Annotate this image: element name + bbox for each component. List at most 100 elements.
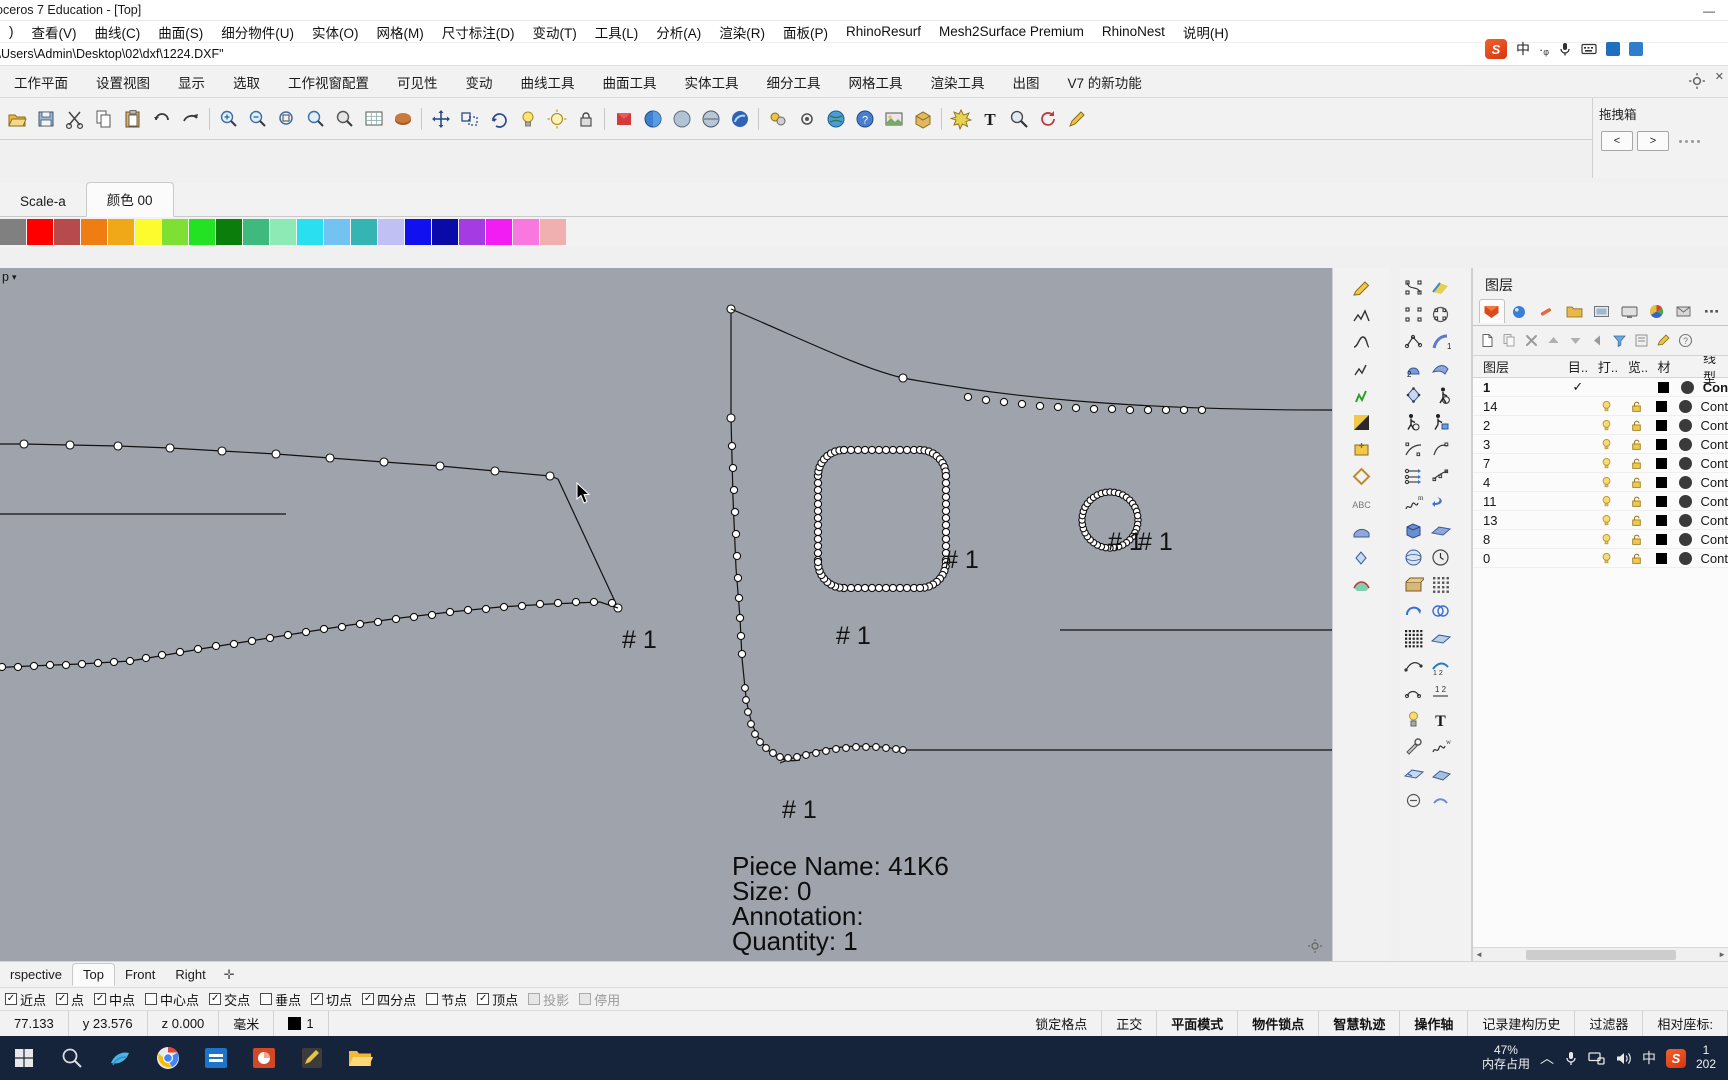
layer-visible-toggle[interactable] [1592,438,1622,451]
layer-lock-toggle[interactable] [1621,495,1651,508]
status-toggle-8[interactable]: 相对座标: [1643,1010,1728,1037]
move-layer-up-icon[interactable] [1543,330,1564,351]
layer-lock-toggle[interactable] [1621,514,1651,527]
arc-1-icon[interactable]: 1 [1427,328,1454,355]
fillet-curve-icon[interactable] [1400,679,1427,706]
layer-name[interactable]: 8 [1473,532,1562,547]
layer-color-swatch[interactable] [1673,456,1699,470]
measure-tool-icon[interactable] [1400,733,1427,760]
layer-row[interactable]: 2 Cont [1473,416,1728,435]
color-swatch-3[interactable] [81,219,107,245]
layer-lock-toggle[interactable] [1621,419,1651,432]
paste-icon[interactable] [119,105,146,132]
layer-name[interactable]: 0 [1473,551,1562,566]
analysis-icon[interactable] [1005,105,1032,132]
layer-color-swatch[interactable] [1673,475,1699,489]
menu-item-8[interactable]: 变动(T) [524,20,586,44]
package-icon[interactable] [909,105,936,132]
explode-icon[interactable] [947,105,974,132]
osnap-4[interactable]: ✓ 交点 [204,990,255,1009]
unroll-icon[interactable] [1400,787,1427,814]
tab-named-views[interactable] [1589,299,1614,323]
layer-name[interactable]: 1 [1473,380,1563,395]
layer-row[interactable]: 3 Cont [1473,435,1728,454]
osnap-7[interactable]: ✓ 四分点 [357,990,421,1009]
layer-name[interactable]: 4 [1473,475,1562,490]
layer-material-swatch[interactable] [1651,438,1673,450]
taskbar-clock[interactable]: 1 202 [1696,1043,1716,1072]
earth-globe-icon[interactable] [822,105,849,132]
layer-row[interactable]: 7 Cont [1473,454,1728,473]
menu-item-3[interactable]: 曲面(S) [149,20,212,44]
network-tray-icon[interactable] [1588,1051,1605,1066]
status-units[interactable]: 毫米 [219,1010,275,1037]
menu-item-16[interactable]: 说明(H) [1174,20,1238,44]
layer-linetype[interactable]: Cont [1699,399,1728,414]
layer-name[interactable]: 13 [1473,513,1562,528]
mesh-surface-icon[interactable] [1427,625,1454,652]
rotate-icon[interactable] [485,105,512,132]
gradient-square-icon[interactable] [1348,409,1375,436]
layer-row[interactable]: 11 Cont [1473,492,1728,511]
point-grid-icon[interactable] [1400,382,1427,409]
light-bulb-icon[interactable] [514,105,541,132]
rainbow-surface-icon[interactable] [1348,571,1375,598]
zoom-selected-icon[interactable] [331,105,358,132]
layer-row[interactable]: 4 Cont [1473,473,1728,492]
layer-lock-toggle[interactable] [1621,552,1651,565]
tab-layers[interactable] [1479,299,1505,323]
sphere-icon[interactable] [1400,544,1427,571]
duplicate-layer-icon[interactable] [1499,330,1520,351]
tab-help-panel[interactable] [1671,299,1696,323]
osnap-8[interactable]: 节点 [421,990,472,1009]
layer-visible-toggle[interactable] [1592,400,1622,413]
ribbon-tab-13[interactable]: 出图 [999,67,1054,97]
move-icon[interactable] [427,105,454,132]
pen-tool-icon[interactable] [1063,105,1090,132]
copy-icon[interactable] [90,105,117,132]
curve-tool-icon[interactable] [1348,328,1375,355]
control-point-curve-icon[interactable] [1400,301,1427,328]
status-toggle-1[interactable]: 正交 [1102,1010,1158,1037]
color-swatch-9[interactable] [243,219,269,245]
color-swatch-13[interactable] [351,219,377,245]
color-swatch-16[interactable] [432,219,458,245]
color-swatch-18[interactable] [486,219,512,245]
taskbar-app-search[interactable] [48,1036,96,1080]
tab-display[interactable] [1616,299,1641,323]
point-object-icon[interactable] [1400,274,1427,301]
layer-lock-toggle[interactable] [1621,400,1651,413]
layer-linetype[interactable]: Cont [1699,551,1728,566]
viewport-tab-front[interactable]: Front [115,964,165,985]
checkbox-icon[interactable]: ✓ [477,993,490,1005]
layer-lock-toggle[interactable] [1621,457,1651,470]
status-current-layer[interactable]: 1 [274,1010,329,1037]
menu-item-10[interactable]: 分析(A) [647,20,710,44]
drag-panel-prev-button[interactable]: < [1601,131,1633,151]
checkbox-icon[interactable] [260,993,273,1005]
refresh-icon[interactable] [1034,105,1061,132]
ribbon-tab-12[interactable]: 渲染工具 [917,67,999,97]
menu-item-1[interactable]: 查看(V) [23,20,86,44]
ime-apps-icon[interactable] [1629,42,1643,56]
ribbon-tab-3[interactable]: 选取 [219,67,274,97]
ribbon-tab-4[interactable]: 工作视窗配置 [274,67,383,97]
taskbar-app-explorer-blue[interactable] [192,1036,240,1080]
lamp-icon[interactable] [1400,706,1427,733]
layer-name[interactable]: 2 [1473,418,1562,433]
move-layer-left-icon[interactable] [1587,330,1608,351]
arc-2-icon[interactable]: 2 [1400,355,1427,382]
status-toggle-4[interactable]: 智慧轨迹 [1319,1010,1401,1037]
person-gear-icon[interactable] [1400,409,1427,436]
delete-layer-icon[interactable] [1521,330,1542,351]
viewport-tab-rspective[interactable]: rspective [0,964,72,985]
sogou-tray-icon[interactable] [1665,1048,1686,1068]
save-file-icon[interactable] [32,105,59,132]
layer-name[interactable]: 11 [1473,494,1562,509]
viewport-label[interactable]: p ▾ [2,270,16,284]
layers-horizontal-scrollbar[interactable]: ◄ ► [1473,947,1728,961]
filter-layer-icon[interactable] [1609,330,1630,351]
menu-item-2[interactable]: 曲线(C) [86,20,150,44]
memory-usage-indicator[interactable]: 47% 内存占用 [1482,1043,1530,1072]
render-icon[interactable] [389,105,416,132]
